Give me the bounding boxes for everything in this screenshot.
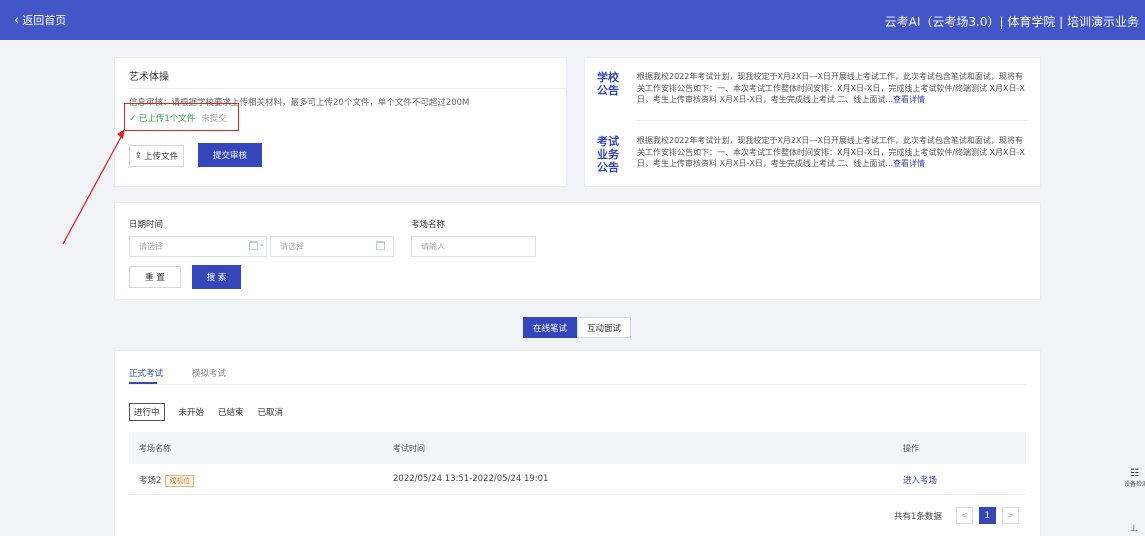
notice-text: 根据我校2022年考试计划，现我校定于X月2X日—X日开展线上考试工作，此次考试… xyxy=(637,135,1029,170)
status-filter: 进行中 未开始 已结束 已取消 xyxy=(129,403,283,421)
notice-label: 学校公告 xyxy=(597,71,619,97)
room-name-cell: 考场2 双机位 xyxy=(139,474,195,487)
search-button[interactable]: 搜 索 xyxy=(192,265,241,289)
subject-title: 艺术体操 xyxy=(129,72,169,83)
school-notice[interactable]: 学校公告 根据我校2022年考试计划，现我校定于X月2X日—X日开展线上考试工作… xyxy=(597,71,1037,116)
status-not-started[interactable]: 未开始 xyxy=(179,406,205,418)
tab-mock-exam[interactable]: 模拟考试 xyxy=(192,367,226,379)
calendar-icon xyxy=(376,241,385,250)
search-card: 日期时间 请选择 - 请选择 考场名称 请输入 重 置 搜 索 xyxy=(114,202,1041,300)
date-label: 日期时间 xyxy=(129,220,164,230)
notice-label: 考试业务公告 xyxy=(597,135,619,174)
column-header-room: 考场名称 xyxy=(139,444,171,453)
page-1-button[interactable]: 1 xyxy=(978,507,996,524)
mode-interactive-interview[interactable]: 互动面试 xyxy=(577,317,632,338)
room-input[interactable]: 请输入 xyxy=(411,236,536,257)
total-count: 共有1条数据 xyxy=(894,511,942,522)
exam-time: 2022/05/24 13:51-2022/05/24 19:01 xyxy=(393,474,549,484)
next-page-button[interactable]: > xyxy=(1001,507,1019,524)
tab-formal-exam[interactable]: 正式考试 xyxy=(129,367,163,379)
exam-notice[interactable]: 考试业务公告 根据我校2022年考试计划，现我校定于X月2X日—X日开展线上考试… xyxy=(597,135,1037,180)
date-separator: - xyxy=(260,240,264,251)
upload-button-label: 上传文件 xyxy=(144,152,179,162)
dual-camera-badge: 双机位 xyxy=(165,475,195,487)
submit-review-button[interactable]: 提交审核 xyxy=(198,143,262,167)
reset-button[interactable]: 重 置 xyxy=(129,266,181,288)
pagination: 共有1条数据 < 1 > xyxy=(894,507,1019,524)
column-header-action: 操作 xyxy=(903,444,919,453)
chevron-left-icon: ‹ xyxy=(14,12,20,28)
notice-body: 根据我校2022年考试计划，现我校定于X月2X日—X日开展线上考试工作，此次考试… xyxy=(637,136,1025,168)
divider xyxy=(129,384,1026,385)
date-start-placeholder: 请选择 xyxy=(139,242,163,251)
prev-page-button[interactable]: < xyxy=(955,507,973,524)
upload-file-button[interactable]: ⇪ 上传文件 xyxy=(129,145,184,167)
exam-list-card: 正式考试 模拟考试 进行中 未开始 已结束 已取消 考场名称 考试时间 操作 考… xyxy=(114,350,1041,536)
back-home-label: 返回首页 xyxy=(22,14,67,27)
calendar-icon xyxy=(249,241,258,250)
room-placeholder: 请输入 xyxy=(421,242,445,251)
scroll-top-icon[interactable]: ⊥ xyxy=(1130,524,1138,534)
view-details-link[interactable]: ...查看详情 xyxy=(885,159,925,168)
date-end-input[interactable]: 请选择 xyxy=(270,236,394,257)
notice-text: 根据我校2022年考试计划，现我校定于X月2X日—X日开展线上考试工作，此次考试… xyxy=(637,71,1029,106)
column-header-time: 考试时间 xyxy=(393,444,425,453)
enter-room-link[interactable]: 进入考场 xyxy=(903,474,937,486)
brand-title: 云考AI（云考场3.0）| 体育学院 | 培训演示业务 xyxy=(884,15,1139,29)
status-cancelled[interactable]: 已取消 xyxy=(258,406,284,418)
divider xyxy=(637,120,1027,121)
table-row: 考场2 双机位 2022/05/24 13:51-2022/05/24 19:01… xyxy=(129,464,1026,495)
upload-icon: ⇪ xyxy=(134,151,143,161)
device-check-tool[interactable]: ☷ 设备检测 xyxy=(1124,468,1145,488)
notice-card: 学校公告 根据我校2022年考试计划，现我校定于X月2X日—X日开展线上考试工作… xyxy=(584,57,1041,187)
room-label: 考场名称 xyxy=(411,220,446,230)
back-home-link[interactable]: ‹ 返回首页 xyxy=(14,12,66,28)
status-finished[interactable]: 已结束 xyxy=(218,406,244,418)
device-check-label: 设备检测 xyxy=(1124,481,1145,488)
top-bar: ‹ 返回首页 云考AI（云考场3.0）| 体育学院 | 培训演示业务 xyxy=(0,0,1145,40)
view-details-link[interactable]: ...查看详情 xyxy=(885,95,925,104)
status-in-progress[interactable]: 进行中 xyxy=(129,403,165,421)
mode-written-online[interactable]: 在线笔试 xyxy=(523,317,578,338)
room-name: 考场2 xyxy=(139,476,162,486)
mode-toggle: 在线笔试 互动面试 xyxy=(523,317,632,338)
notice-body: 根据我校2022年考试计划，现我校定于X月2X日—X日开展线上考试工作，此次考试… xyxy=(637,72,1025,104)
divider xyxy=(129,88,567,89)
date-end-placeholder: 请选择 xyxy=(280,242,304,251)
date-start-input[interactable]: 请选择 xyxy=(129,236,267,257)
table-header: 考场名称 考试时间 操作 xyxy=(129,432,1026,464)
device-check-icon: ☷ xyxy=(1130,468,1139,479)
highlight-box xyxy=(124,103,239,131)
upload-card: 艺术体操 信息审核：请根据学校要求上传相关材料，最多可上传20个文件，单个文件不… xyxy=(114,57,567,187)
